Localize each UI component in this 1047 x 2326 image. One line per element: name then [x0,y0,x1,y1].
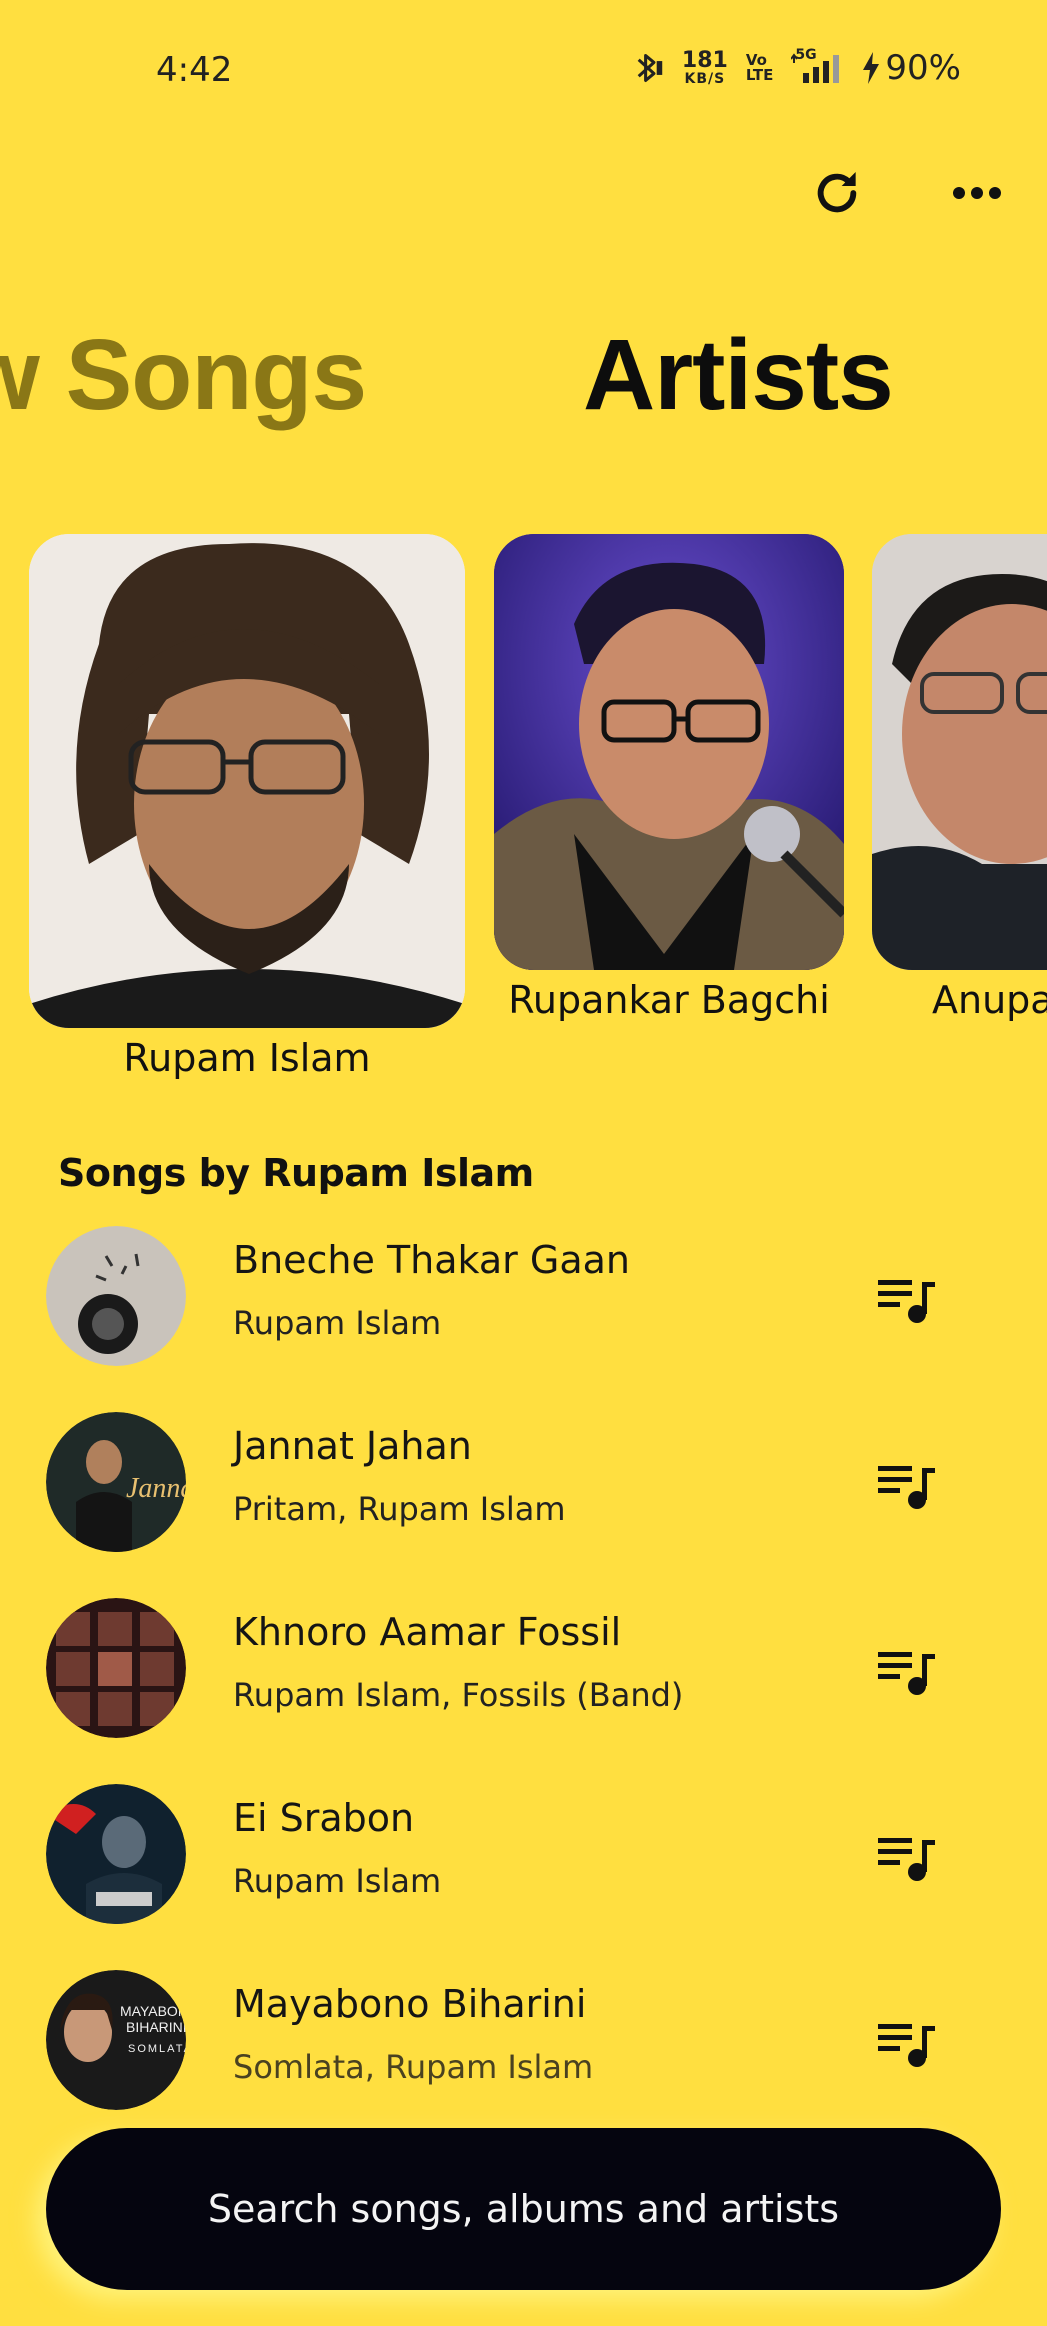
artist-card-anupam[interactable]: Anupa [872,534,1047,1022]
network-speed-unit: KB/S [684,71,726,87]
network-type: 5G [795,47,817,63]
songs-section-heading: Songs by Rupam Islam [58,1151,534,1195]
song-title: Ei Srabon [233,1796,415,1840]
battery-level: 90% [885,48,961,88]
add-to-queue-button[interactable] [872,2010,942,2080]
artwork-text: BIHARINI [126,2019,186,2035]
network-speed-value: 181 [681,48,728,73]
song-artist: Rupam Islam [233,1862,442,1900]
battery-indicator: 90% [861,48,961,88]
tab-artists[interactable]: Artists [583,318,894,433]
song-artwork: MAYABONO BIHARINI SOMLATA [46,1970,186,2110]
artist-name: Anupa [932,978,1047,1022]
more-options-button[interactable] [942,158,1012,228]
queue-music-icon [878,1652,935,1695]
artist-card-rupankar-bagchi[interactable]: Rupankar Bagchi [494,534,844,1022]
signal-icon: 5G [791,47,843,85]
queue-music-icon [878,1280,935,1323]
add-to-queue-button[interactable] [872,1452,942,1522]
artist-card-rupam-islam[interactable]: Rupam Islam [29,534,465,1080]
volte-bottom: LTE [745,66,774,84]
artwork-text: Jannat [126,1473,186,1504]
refresh-button[interactable] [802,158,872,228]
song-title: Mayabono Biharini [233,1982,587,2026]
queue-music-icon [878,1838,935,1881]
status-icons: 181 KB/S Vo LTE 5G 90% [630,47,961,88]
artist-name: Rupam Islam [123,1036,371,1080]
artist-photo [494,534,844,970]
song-artist: Somlata, Rupam Islam [233,2048,594,2086]
volte-indicator: Vo LTE [746,53,774,83]
status-bar: 4:42 181 KB/S Vo LTE 5G 90% [0,0,1047,140]
status-time: 4:42 [156,50,233,90]
song-row[interactable]: MAYABONO BIHARINI SOMLATA Mayabono Bihar… [0,1970,1047,2120]
search-placeholder: Search songs, albums and artists [207,2187,840,2231]
song-artist: Rupam Islam, Fossils (Band) [233,1676,684,1714]
song-title: Bneche Thakar Gaan [233,1238,630,1282]
network-speed: 181 KB/S [681,48,728,87]
artwork-text: MAYABONO [120,2003,186,2019]
add-to-queue-button[interactable] [872,1824,942,1894]
refresh-icon [817,172,857,213]
song-artwork [46,1784,186,1924]
add-to-queue-button[interactable] [872,1266,942,1336]
artist-name: Rupankar Bagchi [508,978,830,1022]
queue-music-icon [878,2024,935,2067]
queue-music-icon [878,1466,935,1509]
song-row[interactable]: Ei Srabon Rupam Islam [0,1784,1047,1934]
song-artwork [46,1598,186,1738]
search-bar[interactable]: Search songs, albums and artists [46,2128,1001,2290]
song-row[interactable]: Bneche Thakar Gaan Rupam Islam [0,1226,1047,1376]
song-row[interactable]: Khnoro Aamar Fossil Rupam Islam, Fossils… [0,1598,1047,1748]
song-title: Jannat Jahan [233,1424,472,1468]
song-row[interactable]: Jannat Jannat Jahan Pritam, Rupam Islam [0,1412,1047,1562]
bluetooth-icon [630,50,664,86]
app-screen: 4:42 181 KB/S Vo LTE 5G 90% w Songs Arti… [0,0,1047,2326]
song-artist: Pritam, Rupam Islam [233,1490,566,1528]
song-artwork [46,1226,186,1366]
charging-icon [863,52,880,84]
song-artwork: Jannat [46,1412,186,1552]
artist-photo [29,534,465,1028]
add-to-queue-button[interactable] [872,1638,942,1708]
artist-photo [872,534,1047,970]
song-artist: Rupam Islam [233,1304,442,1342]
more-horizontal-icon [953,187,1001,199]
artwork-text: SOMLATA [128,2043,186,2055]
tab-new-songs[interactable]: w Songs [0,318,367,433]
song-title: Khnoro Aamar Fossil [233,1610,622,1654]
